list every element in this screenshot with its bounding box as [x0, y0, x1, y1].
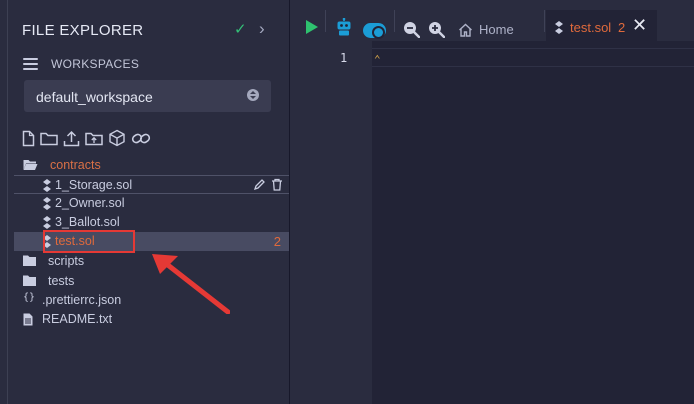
explorer-toolbar — [22, 128, 151, 148]
tree-item-label: .prettierrc.json — [42, 293, 122, 307]
warning-squiggle-icon: ⌃ — [374, 53, 381, 66]
home-icon — [459, 23, 472, 37]
row-actions — [253, 178, 283, 191]
workspaces-header: WORKSPACES — [23, 56, 139, 72]
chevron-right-icon[interactable]: › — [259, 19, 265, 39]
tree-item-label: tests — [48, 274, 75, 288]
toggle-switch[interactable] — [363, 23, 386, 39]
tree-item-label: 3_Ballot.sol — [55, 215, 120, 229]
tab-home[interactable]: Home — [458, 22, 514, 37]
close-tab-icon[interactable]: ✕ — [632, 15, 647, 36]
cube-icon[interactable] — [108, 129, 126, 147]
tree-item-label: 1_Storage.sol — [55, 178, 133, 192]
zoom-out-icon[interactable] — [403, 21, 420, 38]
tree-file-1-storage[interactable]: 1_Storage.sol — [14, 175, 289, 194]
toolbar-separator — [544, 10, 545, 32]
file-text-icon — [23, 313, 33, 326]
annotation-highlight-box — [43, 230, 135, 253]
workspace-select-value: default_workspace — [36, 89, 153, 105]
annotation-arrow-icon — [152, 254, 230, 314]
edit-pencil-icon[interactable] — [253, 178, 266, 191]
tree-item-label: 2_Owner.sol — [55, 196, 125, 210]
icon-panel-edge — [0, 0, 8, 404]
new-file-icon[interactable] — [22, 130, 35, 147]
robot-assistant-icon[interactable] — [335, 18, 353, 36]
toolbar-separator — [325, 10, 326, 32]
checkmark-icon[interactable]: ✓ — [234, 20, 247, 38]
tab-problems-count: 2 — [618, 20, 626, 35]
explorer-title: FILE EXPLORER — [22, 22, 144, 39]
tree-file-2-owner[interactable]: 2_Owner.sol — [14, 194, 289, 213]
hamburger-menu-icon[interactable] — [23, 58, 38, 70]
upload-folder-icon[interactable] — [85, 131, 103, 146]
folder-icon — [23, 275, 36, 286]
folder-open-icon — [23, 160, 38, 170]
problems-count-badge: 2 — [273, 234, 281, 249]
tab-home-label: Home — [479, 22, 514, 37]
tree-item-label: README.txt — [42, 312, 113, 326]
upload-icon[interactable] — [63, 130, 80, 147]
editor-area: Home test.sol 2 ✕ 1 ⌃ — [290, 0, 694, 404]
tab-test-sol-label: test.sol — [570, 20, 612, 35]
line-number: 1 — [340, 51, 348, 65]
trash-icon[interactable] — [271, 178, 283, 191]
editor-tabbar: Home test.sol 2 ✕ — [290, 0, 694, 41]
braces-icon: {} — [23, 292, 36, 303]
folder-icon — [23, 255, 36, 266]
tab-test-sol[interactable]: test.sol 2 ✕ — [546, 10, 657, 41]
link-icon[interactable] — [131, 130, 151, 147]
solidity-icon — [555, 21, 563, 34]
toolbar-separator — [394, 10, 395, 32]
solidity-icon — [43, 179, 51, 192]
tree-folder-contracts[interactable]: contracts — [14, 156, 289, 175]
editor-gutter: 1 — [290, 41, 372, 404]
select-arrows-icon — [247, 89, 259, 101]
file-explorer-panel: FILE EXPLORER ✓ › WORKSPACES default_wor… — [8, 0, 289, 404]
new-folder-icon[interactable] — [40, 131, 58, 146]
tree-item-label: contracts — [50, 158, 101, 172]
solidity-icon — [43, 197, 51, 210]
tree-item-label: scripts — [48, 254, 85, 268]
solidity-icon — [43, 216, 51, 229]
workspaces-label: WORKSPACES — [51, 57, 140, 71]
run-play-icon[interactable] — [306, 20, 318, 34]
editor-current-line[interactable] — [372, 48, 694, 67]
workspace-select[interactable]: default_workspace — [24, 80, 271, 112]
zoom-in-icon[interactable] — [428, 21, 445, 38]
